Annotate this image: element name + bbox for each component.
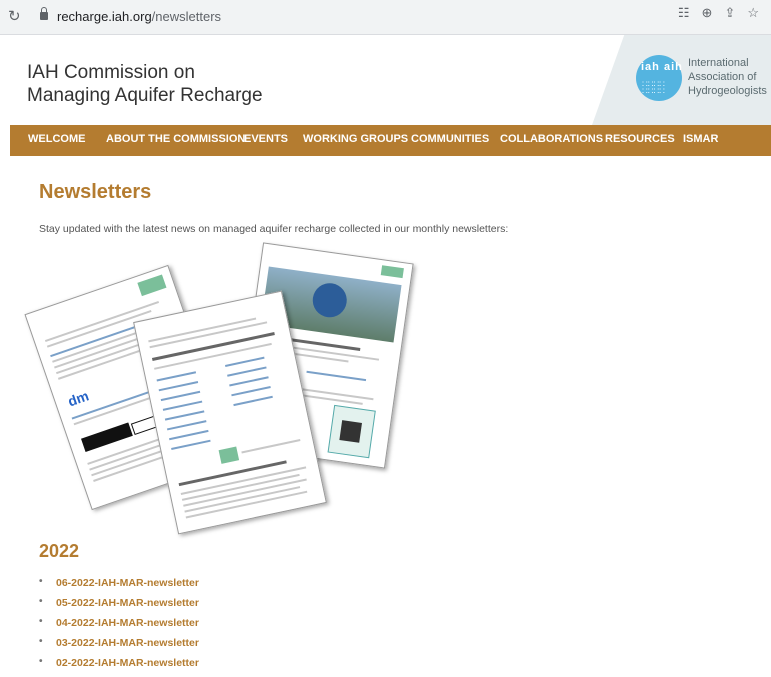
newsletter-link[interactable]: 02-2022-IAH-MAR-newsletter (56, 657, 199, 669)
lock-icon[interactable] (40, 7, 48, 20)
translate-icon[interactable]: ☷ (678, 5, 702, 21)
bullet-icon: • (39, 636, 43, 647)
org-name: International Association of Hydrogeolog… (688, 57, 767, 97)
bullet-icon: • (39, 616, 43, 627)
nav-events[interactable]: EVENTS (244, 133, 288, 145)
site-title-line1[interactable]: IAH Commission on (27, 61, 263, 84)
url-text[interactable]: recharge.iah.org/newsletters (57, 9, 221, 24)
reload-icon[interactable]: ↻ (8, 7, 21, 25)
site-header: IAH Commission on Managing Aquifer Recha… (10, 35, 771, 125)
logo-dots-icon: ∷∷∷∷ ∷∷∷∷ (642, 79, 665, 96)
newsletter-link[interactable]: 03-2022-IAH-MAR-newsletter (56, 637, 199, 649)
browser-actions: ☷⊕⇪☆ (678, 5, 771, 21)
nav-resources[interactable]: RESOURCES (605, 133, 675, 145)
nav-welcome[interactable]: WELCOME (28, 133, 85, 145)
newsletter-link[interactable]: 04-2022-IAH-MAR-newsletter (56, 617, 199, 629)
browser-toolbar: ↻ recharge.iah.org/newsletters ☷⊕⇪☆ (0, 0, 771, 35)
site-title[interactable]: IAH Commission on Managing Aquifer Recha… (27, 61, 263, 107)
main-nav: WELCOME ABOUT THE COMMISSION EVENTS WORK… (10, 125, 771, 156)
nav-collaborations[interactable]: COLLABORATIONS (500, 133, 603, 145)
bullet-icon: • (39, 656, 43, 667)
year-heading: 2022 (39, 541, 80, 561)
page-title: Newsletters (39, 181, 152, 203)
nav-working-groups[interactable]: WORKING GROUPS (303, 133, 408, 145)
bullet-icon: • (39, 576, 43, 587)
newsletter-collage-image: dm (24, 242, 414, 535)
nav-ismar[interactable]: ISMAR (683, 133, 718, 145)
site-title-line2[interactable]: Managing Aquifer Recharge (27, 84, 263, 107)
newsletter-link[interactable]: 06-2022-IAH-MAR-newsletter (56, 577, 199, 589)
bullet-icon: • (39, 596, 43, 607)
share-icon[interactable]: ⇪ (724, 5, 747, 21)
newsletter-link[interactable]: 05-2022-IAH-MAR-newsletter (56, 597, 199, 609)
intro-text: Stay updated with the latest news on man… (39, 223, 509, 235)
address-bar[interactable]: recharge.iah.org/newsletters (30, 4, 771, 30)
zoom-icon[interactable]: ⊕ (702, 5, 725, 21)
nav-communities[interactable]: COMMUNITIES (411, 133, 489, 145)
logo-text: iah aih (641, 61, 683, 73)
nav-about[interactable]: ABOUT THE COMMISSION (106, 133, 245, 145)
bookmark-star-icon[interactable]: ☆ (747, 5, 771, 21)
